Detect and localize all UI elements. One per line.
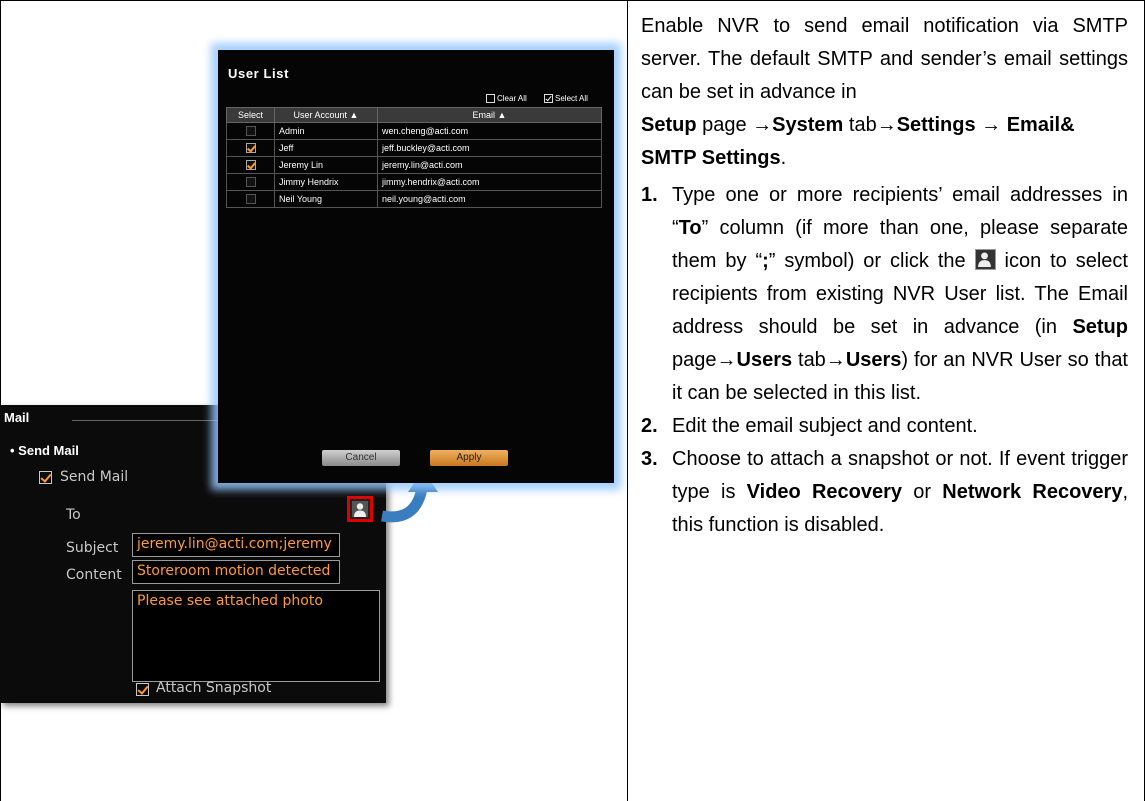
to-label: To xyxy=(66,507,81,523)
user-account-cell: Admin xyxy=(274,122,378,140)
user-icon xyxy=(352,501,368,517)
column-header-email[interactable]: Email ▲ xyxy=(377,107,602,123)
dialog-title: User List xyxy=(228,66,290,81)
text-run: ” symbol) or click the xyxy=(768,250,975,272)
user-account-cell: Jimmy Hendrix xyxy=(274,173,378,191)
column-header-select[interactable]: Select xyxy=(226,107,275,123)
select-user-button[interactable] xyxy=(347,496,373,522)
step-item: 2. Edit the email subject and content. xyxy=(641,410,1128,443)
clear-all-option[interactable]: Clear All xyxy=(486,94,527,103)
subject-label: Subject xyxy=(66,540,119,556)
bold-text: Settings xyxy=(896,114,976,136)
user-account-cell: Neil Young xyxy=(274,190,378,208)
attach-snapshot-label: Attach Snapshot xyxy=(156,680,272,696)
bold-text: ; xyxy=(762,250,769,272)
email-cell: jeremy.lin@acti.com xyxy=(377,156,602,174)
row-checkbox[interactable] xyxy=(245,126,256,137)
intro-paragraph: Enable NVR to send email notification vi… xyxy=(641,10,1128,109)
bold-text: To xyxy=(678,217,702,239)
attach-snapshot-checkbox[interactable] xyxy=(136,683,149,696)
email-cell: jimmy.hendrix@acti.com xyxy=(377,173,602,191)
cancel-button[interactable]: Cancel xyxy=(322,450,400,466)
row-select-cell[interactable] xyxy=(226,190,275,208)
table-row[interactable]: Jimmy Hendrix jimmy.hendrix@acti.com xyxy=(226,173,602,191)
row-select-cell[interactable] xyxy=(226,156,275,174)
row-checkbox[interactable] xyxy=(245,160,256,171)
text-run: Enable NVR to send email notification vi… xyxy=(641,15,1128,103)
table-row[interactable]: Neil Young neil.young@acti.com xyxy=(226,190,602,208)
row-select-cell[interactable] xyxy=(226,122,275,140)
text-run: tab→ xyxy=(792,349,846,371)
text-run: page → xyxy=(696,114,773,136)
row-checkbox[interactable] xyxy=(245,194,256,205)
user-list-dialog: User List Clear All Select All Select Us… xyxy=(218,50,614,483)
select-all-option[interactable]: Select All xyxy=(544,94,588,103)
step-number: 1. xyxy=(641,184,658,206)
send-mail-label: Send Mail xyxy=(60,469,129,485)
email-cell: jeff.buckley@acti.com xyxy=(377,139,602,157)
row-checkbox[interactable] xyxy=(245,177,256,188)
mail-heading: Mail xyxy=(4,410,30,425)
column-header-account[interactable]: User Account ▲ xyxy=(274,107,378,123)
text-run: . xyxy=(780,147,787,169)
to-input[interactable]: jeremy.lin@acti.com;jeremy xyxy=(132,533,340,557)
row-select-cell[interactable] xyxy=(226,139,275,157)
row-checkbox[interactable] xyxy=(245,143,256,154)
step-item: 3. Choose to attach a snapshot or not. If… xyxy=(641,443,1128,542)
text-run: or xyxy=(902,481,943,503)
table-row[interactable]: Jeremy Lin jeremy.lin@acti.com xyxy=(226,156,602,174)
table-row[interactable]: Jeff jeff.buckley@acti.com xyxy=(226,139,602,157)
bold-text: Users xyxy=(845,349,902,371)
apply-button[interactable]: Apply xyxy=(430,450,508,466)
clear-all-label: Clear All xyxy=(497,94,527,103)
bold-text: Video Recovery xyxy=(746,481,903,503)
user-account-cell: Jeremy Lin xyxy=(274,156,378,174)
user-icon xyxy=(974,249,996,270)
subject-input[interactable]: Storeroom motion detected xyxy=(132,560,340,584)
table-row[interactable]: Admin wen.cheng@acti.com xyxy=(226,122,602,140)
steps-list: 1. Type one or more recipients’ email add… xyxy=(641,179,1128,542)
select-all-label: Select All xyxy=(555,94,588,103)
email-cell: wen.cheng@acti.com xyxy=(377,122,602,140)
bold-text: Network Recovery xyxy=(942,481,1123,503)
row-select-cell[interactable] xyxy=(226,173,275,191)
bold-text: Setup xyxy=(1072,316,1128,338)
send-mail-checkbox[interactable] xyxy=(39,471,52,484)
text-run: tab→ xyxy=(843,114,897,136)
text-run: Edit the email subject and content. xyxy=(672,415,978,437)
bold-text: Users xyxy=(736,349,793,371)
text-run: page→ xyxy=(672,349,737,371)
select-all-checkbox[interactable] xyxy=(544,94,553,103)
instructions-text: Enable NVR to send email notification vi… xyxy=(641,10,1128,542)
step-number: 3. xyxy=(641,448,658,470)
user-account-cell: Jeff xyxy=(274,139,378,157)
send-mail-section-title: • Send Mail xyxy=(10,443,79,458)
settings-path: Setup page →System tab→Settings → Email&… xyxy=(641,109,1128,175)
email-cell: neil.young@acti.com xyxy=(377,190,602,208)
step-item: 1. Type one or more recipients’ email add… xyxy=(641,179,1128,410)
bold-text: Setup xyxy=(641,114,697,136)
clear-all-checkbox[interactable] xyxy=(486,94,495,103)
user-table: Select User Account ▲ Email ▲ Admin wen.c… xyxy=(226,107,602,208)
step-number: 2. xyxy=(641,415,658,437)
content-label: Content xyxy=(66,567,122,583)
content-textarea[interactable]: Please see attached photo xyxy=(132,590,380,682)
text-run: → xyxy=(975,114,1007,136)
bold-text: System xyxy=(772,114,844,136)
